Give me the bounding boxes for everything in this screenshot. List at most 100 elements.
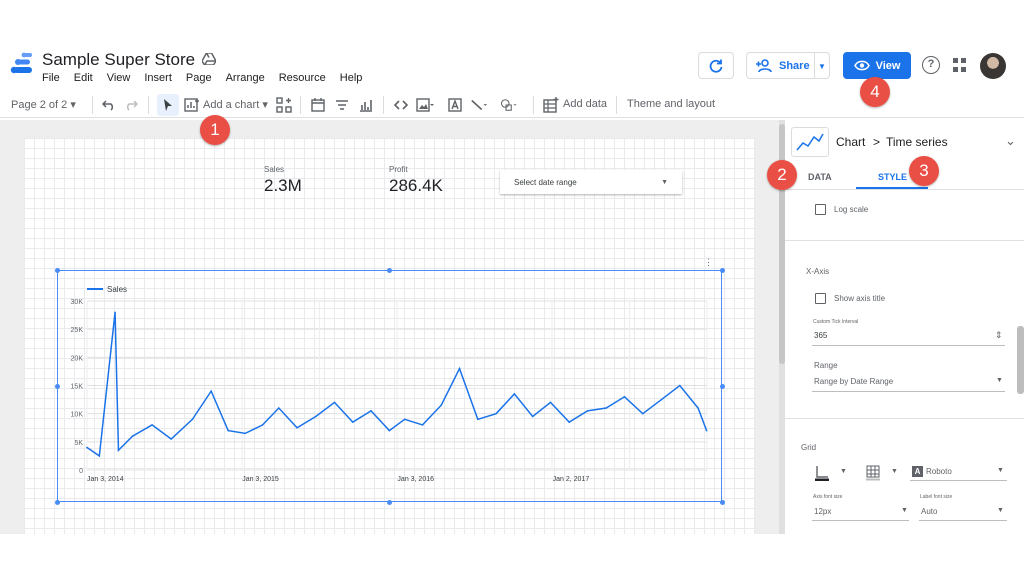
- sales-data-point: [151, 424, 153, 426]
- menu-view[interactable]: View: [107, 72, 136, 84]
- grid-color-icon[interactable]: [815, 465, 829, 481]
- y-tick-label: 5K: [74, 440, 83, 447]
- sales-data-point: [86, 446, 88, 449]
- redo-icon[interactable]: [122, 96, 140, 114]
- time-series-chart-icon[interactable]: [791, 127, 829, 157]
- line-tool-icon[interactable]: [470, 96, 488, 114]
- scorecard-value: 2.3M: [264, 176, 302, 195]
- refresh-button[interactable]: [698, 52, 734, 79]
- sales-data-point: [210, 390, 212, 392]
- sales-data-point: [117, 449, 120, 452]
- log-scale-checkbox[interactable]: [815, 204, 826, 215]
- chevron-down-icon[interactable]: ▼: [891, 468, 898, 475]
- data-control-icon[interactable]: [357, 96, 375, 114]
- sales-data-point: [641, 412, 644, 415]
- axis-font-size-label: Axis font size: [813, 494, 843, 500]
- range-select[interactable]: Range by Date Range: [814, 377, 893, 386]
- sales-data-point: [495, 412, 497, 415]
- help-icon[interactable]: ?: [922, 56, 940, 74]
- menu-insert[interactable]: Insert: [144, 72, 177, 84]
- tick-interval-input[interactable]: 365: [814, 331, 827, 340]
- grid-section-title: Grid: [801, 443, 817, 452]
- y-tick-label: 0: [79, 468, 83, 475]
- panel-scrollbar-thumb[interactable]: [1017, 326, 1024, 394]
- drive-icon: [202, 53, 216, 65]
- chevron-down-icon[interactable]: ▼: [996, 377, 1003, 384]
- date-range-control[interactable]: Select date range ▼: [500, 170, 682, 194]
- menu-arrange[interactable]: Arrange: [226, 72, 270, 84]
- sales-data-point: [476, 418, 479, 421]
- image-icon[interactable]: [416, 96, 434, 114]
- sales-data-point: [314, 415, 317, 418]
- menu-bar: File Edit View Insert Page Arrange Resou…: [42, 72, 376, 84]
- scorecard-profit[interactable]: Profit 286.4K: [389, 165, 443, 196]
- menu-file[interactable]: File: [42, 72, 65, 84]
- toolbar-divider: [383, 96, 384, 114]
- sales-data-point: [605, 407, 608, 409]
- annotation-badge-2: 2: [767, 160, 797, 190]
- sales-data-point: [458, 367, 461, 370]
- sales-data-point: [98, 455, 101, 457]
- report-title[interactable]: Sample Super Store: [42, 50, 195, 70]
- section-divider: [785, 418, 1024, 419]
- sales-data-point: [131, 435, 134, 437]
- chevron-down-icon[interactable]: ▼: [840, 468, 847, 475]
- share-divider: [814, 52, 815, 79]
- field-underline: [910, 480, 1007, 481]
- apps-grid-icon[interactable]: [953, 58, 967, 72]
- page-indicator: Page 2 of 2: [11, 99, 68, 111]
- text-box-icon[interactable]: [446, 96, 464, 114]
- avatar[interactable]: [980, 53, 1006, 79]
- chevron-down-icon[interactable]: ▼: [997, 467, 1004, 474]
- add-chart-icon[interactable]: [183, 96, 201, 114]
- y-tick-label: 10K: [71, 412, 84, 419]
- label-font-size-select[interactable]: Auto: [921, 507, 937, 516]
- grid-border-icon[interactable]: [866, 465, 880, 481]
- y-tick-label: 30K: [71, 299, 84, 306]
- menu-page[interactable]: Page: [186, 72, 217, 84]
- section-divider: [785, 240, 1024, 241]
- menu-resource[interactable]: Resource: [279, 72, 331, 84]
- share-dropdown-icon[interactable]: ▼: [818, 62, 826, 71]
- sales-data-point: [568, 421, 571, 423]
- annotation-badge-4: 4: [860, 77, 890, 107]
- show-axis-title-checkbox[interactable]: [815, 293, 826, 304]
- menu-edit[interactable]: Edit: [74, 72, 98, 84]
- calendar-icon[interactable]: [309, 96, 327, 114]
- page-selector[interactable]: Page 2 of 2 ▾: [11, 98, 76, 111]
- sales-data-point: [421, 424, 424, 426]
- eye-icon: [853, 60, 870, 71]
- sales-data-point: [261, 424, 264, 426]
- add-chart-button[interactable]: Add a chart ▾: [203, 98, 268, 111]
- view-button[interactable]: View: [843, 52, 911, 79]
- legend-label: Sales: [107, 285, 127, 294]
- font-family-select[interactable]: Roboto: [926, 467, 952, 476]
- sales-data-point: [531, 415, 534, 418]
- stepper-icon[interactable]: ⇕: [995, 330, 1003, 341]
- sales-data-point: [227, 429, 229, 432]
- add-data-button[interactable]: Add data: [563, 98, 607, 110]
- sales-line-chart: 0 5K 10K 15K 20K 25K 30K Jan 3, 2014 Jan 3, 2015…: [71, 285, 708, 483]
- chart-more-icon[interactable]: ⋮: [704, 257, 713, 268]
- sales-data-point: [513, 393, 516, 395]
- shape-tool-icon[interactable]: [500, 96, 518, 114]
- community-visualizations-icon[interactable]: [275, 96, 293, 114]
- tabs-divider: [785, 189, 1024, 190]
- axis-font-size-select[interactable]: 12px: [814, 507, 831, 516]
- chevron-down-icon[interactable]: ▼: [901, 507, 908, 514]
- scorecard-sales[interactable]: Sales 2.3M: [264, 165, 302, 196]
- embed-code-icon[interactable]: [392, 96, 410, 114]
- theme-and-layout-button[interactable]: Theme and layout: [627, 98, 715, 110]
- tab-style[interactable]: STYLE: [878, 172, 907, 182]
- menu-help[interactable]: Help: [340, 72, 368, 84]
- looker-studio-editor: Sample Super Store File Edit View Insert…: [0, 0, 1024, 534]
- add-data-icon[interactable]: [542, 96, 560, 114]
- filter-control-icon[interactable]: [333, 96, 351, 114]
- select-tool-button[interactable]: [157, 94, 179, 116]
- font-family-icon: A: [912, 466, 923, 477]
- chevron-down-icon[interactable]: ▼: [997, 507, 1004, 514]
- chevron-down-icon[interactable]: ⌄: [1005, 133, 1016, 149]
- undo-icon[interactable]: [100, 96, 118, 114]
- tab-data[interactable]: DATA: [808, 172, 832, 182]
- cursor-icon: [164, 99, 172, 111]
